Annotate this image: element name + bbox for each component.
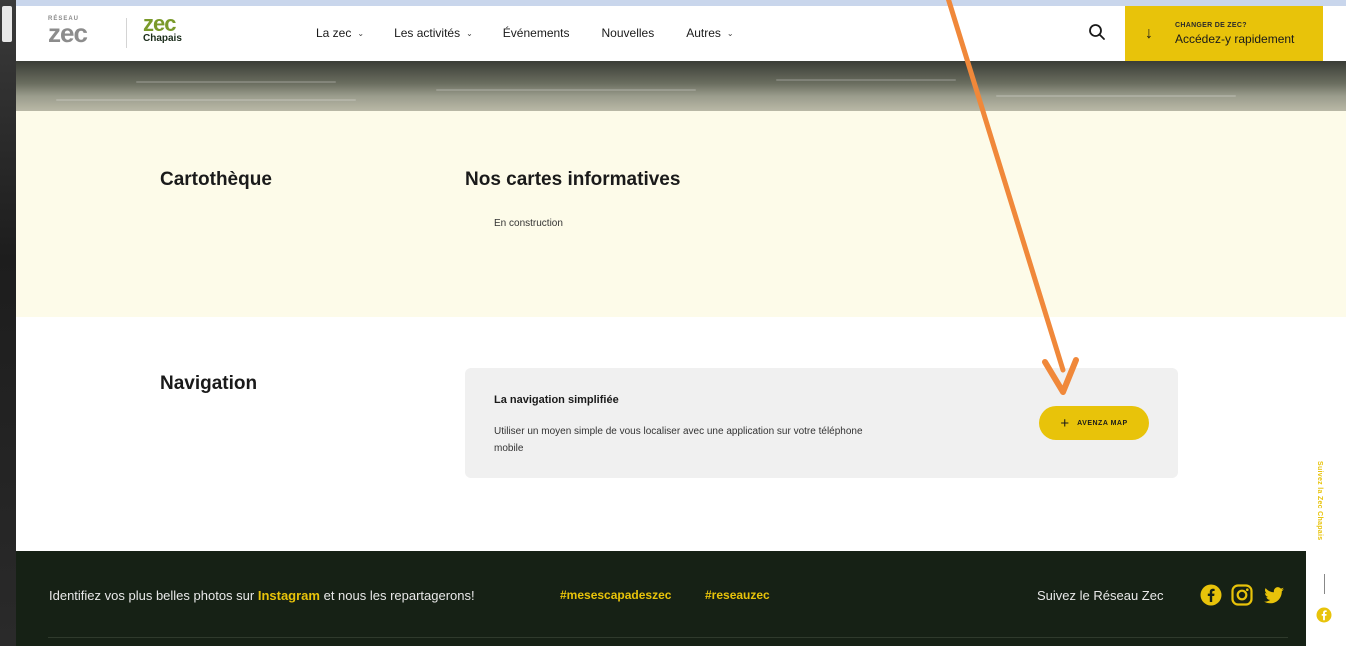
facebook-side-icon[interactable] [1316, 607, 1332, 623]
follow-reseau-label: Suivez le Réseau Zec [1037, 588, 1164, 603]
browser-viewport: RÉSEAU zec zec Chapais La zec ⌄ Les acti… [16, 6, 1346, 646]
water-ripple [136, 81, 336, 83]
logo-zec-sub-text: Chapais [143, 33, 182, 44]
facebook-icon[interactable] [1200, 584, 1222, 606]
instagram-link[interactable]: Instagram [258, 588, 320, 603]
avenza-map-button[interactable]: + AVENZA MAP [1039, 406, 1149, 440]
navigation-title: Navigation [160, 373, 258, 394]
construction-status-text: En construction [494, 218, 563, 229]
left-window-frame [0, 0, 16, 646]
nav-item-autres[interactable]: Autres ⌄ [686, 26, 733, 40]
footer-text-prefix: Identifiez vos plus belles photos sur [49, 588, 258, 603]
footer-divider [48, 637, 1288, 638]
change-zec-button[interactable]: ↓ CHANGER DE ZEC? Accédez-y rapidement [1125, 6, 1323, 61]
nav-item-evenements[interactable]: Événements [503, 26, 570, 40]
card-title: La navigation simplifiée [494, 394, 619, 406]
hashtag-mesescapadeszec[interactable]: #mesescapadeszec [560, 588, 671, 602]
nav-label: Les activités [394, 26, 461, 40]
chevron-down-icon: ⌄ [357, 28, 365, 38]
search-icon[interactable] [1088, 23, 1106, 41]
card-description: Utiliser un moyen simple de vous localis… [494, 426, 863, 454]
water-ripple [996, 95, 1236, 97]
site-footer: Identifiez vos plus belles photos sur In… [16, 551, 1306, 646]
avenza-map-label: AVENZA MAP [1077, 419, 1128, 427]
navigation-card: La navigation simplifiée Utiliser un moy… [465, 368, 1178, 478]
nav-label: La zec [316, 26, 352, 40]
cartotheque-title: Cartothèque [160, 169, 272, 190]
instagram-icon[interactable] [1231, 584, 1253, 606]
nav-item-les-activites[interactable]: Les activités ⌄ [394, 26, 473, 40]
twitter-icon[interactable] [1263, 584, 1285, 606]
hero-image-strip [16, 61, 1346, 111]
cta-subtext: Accédez-y rapidement [1175, 31, 1295, 46]
nav-label: Autres [686, 26, 721, 40]
water-ripple [56, 99, 356, 101]
side-divider [1324, 574, 1325, 594]
nav-item-nouvelles[interactable]: Nouvelles [602, 26, 655, 40]
cartotheque-section [16, 111, 1346, 317]
logo-divider [126, 18, 127, 48]
hashtag-reseauzec[interactable]: #reseauzec [705, 588, 770, 602]
nav-item-la-zec[interactable]: La zec ⌄ [316, 26, 364, 40]
chevron-down-icon: ⌄ [726, 28, 734, 38]
nav-label: Nouvelles [601, 26, 655, 40]
water-ripple [436, 89, 696, 91]
side-follow-bar: Suivez la Zec Chapais [1316, 461, 1332, 571]
footer-instagram-text: Identifiez vos plus belles photos sur In… [49, 588, 475, 603]
chevron-down-icon: ⌄ [466, 28, 473, 38]
plus-icon: + [1060, 414, 1070, 432]
side-follow-text: Suivez la Zec Chapais [1316, 461, 1323, 541]
reseau-zec-logo[interactable]: RÉSEAU zec [48, 16, 104, 50]
frame-tab [2, 6, 12, 42]
arrow-down-icon: ↓ [1145, 24, 1153, 42]
logo-zec-big-text: zec [143, 11, 176, 36]
site-header: RÉSEAU zec zec Chapais La zec ⌄ Les acti… [16, 6, 1346, 61]
cartotheque-subtitle: Nos cartes informatives [465, 169, 681, 190]
nav-label: Événements [502, 26, 570, 40]
cta-heading: CHANGER DE ZEC? [1175, 21, 1247, 29]
footer-text-suffix: et nous les repartagerons! [319, 588, 475, 603]
logo-reseau-big-text: zec [48, 18, 88, 48]
water-ripple [776, 79, 956, 81]
main-nav: La zec ⌄ Les activités ⌄ Événements Nouv… [316, 26, 734, 40]
zec-chapais-logo[interactable]: zec Chapais [143, 11, 182, 45]
